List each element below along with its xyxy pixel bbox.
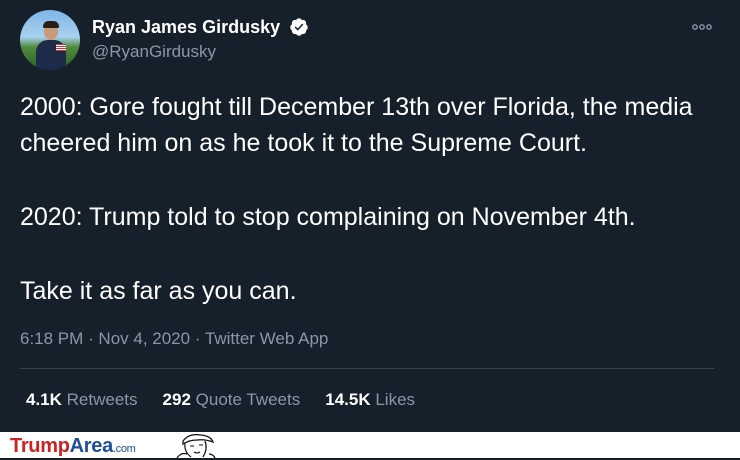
avatar-hair (43, 21, 59, 28)
tweet-paragraph: 2020: Trump told to stop complaining on … (20, 203, 636, 231)
verified-badge-icon (290, 18, 308, 36)
tweet-paragraph: 2000: Gore fought till December 13th ove… (20, 93, 693, 157)
retweets-stat[interactable]: 4.1K Retweets (26, 388, 138, 412)
likes-label: Likes (375, 390, 416, 409)
more-options-icon[interactable] (690, 15, 714, 39)
tweet-paragraph: Take it as far as you can. (20, 277, 297, 305)
caricature-face-icon (176, 433, 216, 458)
likes-count: 14.5K (325, 390, 371, 409)
site-logo: TrumpArea.com (10, 435, 136, 457)
tweet-card: Ryan James Girdusky @RyanGirdusky 2000: … (0, 0, 740, 432)
divider (20, 368, 714, 369)
tweet-timestamp[interactable]: 6:18 PM · Nov 4, 2020 · Twitter Web App (20, 327, 328, 351)
author-handle[interactable]: @RyanGirdusky (92, 41, 216, 63)
tweet-text: 2000: Gore fought till December 13th ove… (20, 89, 726, 309)
likes-stat[interactable]: 14.5K Likes (325, 388, 415, 412)
quote-tweets-count: 292 (162, 390, 191, 409)
author-name[interactable]: Ryan James Girdusky (92, 16, 280, 38)
retweets-label: Retweets (66, 390, 138, 409)
avatar-flag-pin (56, 44, 66, 51)
watermark-bar: TrumpArea.com (0, 432, 740, 458)
retweets-count: 4.1K (26, 390, 62, 409)
avatar[interactable] (20, 10, 80, 70)
tweet-stats: 4.1K Retweets 292 Quote Tweets 14.5K Lik… (26, 388, 415, 412)
quote-tweets-stat[interactable]: 292 Quote Tweets (163, 388, 301, 412)
quote-tweets-label: Quote Tweets (195, 390, 301, 409)
